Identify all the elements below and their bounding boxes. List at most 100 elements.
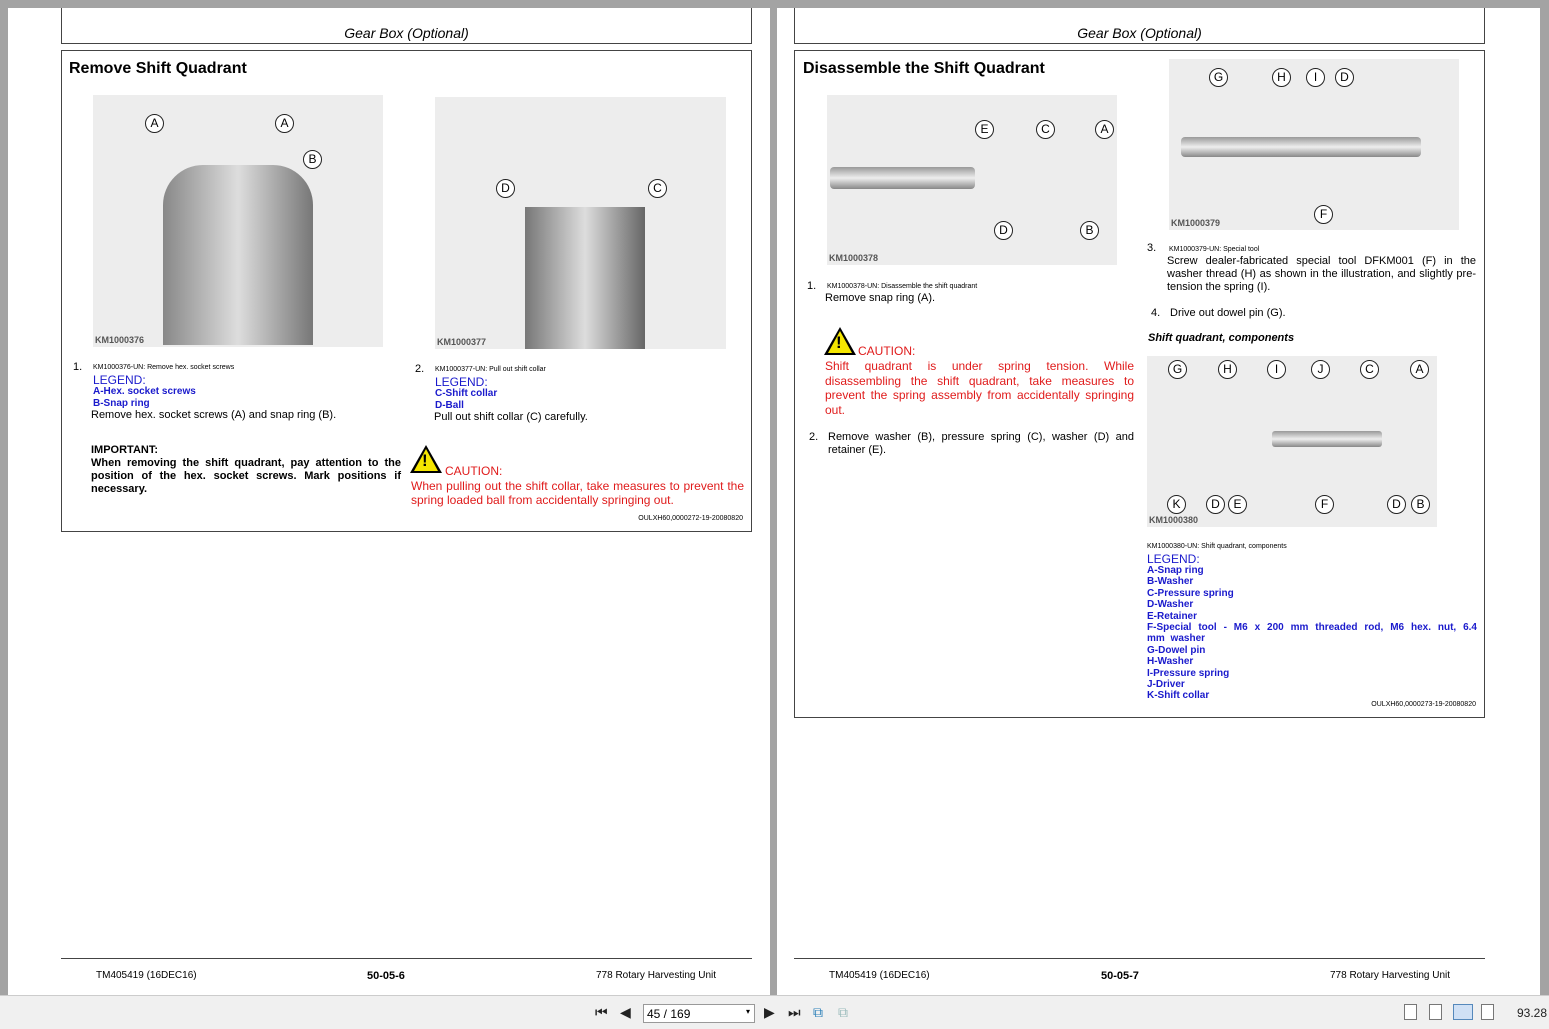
legend-list: A-Snap ring B-Washer C-Pressure spring D… [1147,565,1477,702]
collar-illustration [525,207,645,349]
callout: A [275,114,294,133]
legend-item: D-Washer [1147,599,1194,611]
warning-icon-fill [828,331,852,353]
step-number: 2. [809,431,819,443]
two-page-view-icon[interactable] [1453,1004,1473,1020]
step-number: 1. [807,280,817,292]
legend-label: LEGEND: [93,373,146,387]
step-number: 3. [1147,242,1157,254]
step-text: Screw dealer-fabricated special tool DFK… [1167,255,1476,293]
figure-code: KM1000376 [95,335,145,345]
step-number: 1. [73,361,83,373]
callout: B [1080,221,1099,240]
reference-code: OULXH60,0000273-19-20080820 [1371,701,1476,708]
callout: G [1209,68,1228,87]
figure-km1000376: A A B KM1000376 [93,95,383,347]
legend-item: D-Ball [435,400,464,411]
legend-item: I-Pressure spring [1147,667,1230,679]
header-text: Gear Box (Optional) [344,25,469,41]
callout: J [1311,360,1330,379]
legend-item: G-Dowel pin [1147,644,1206,656]
legend-item: A-Snap ring [1147,565,1204,576]
callout: G [1168,360,1187,379]
callout: H [1272,68,1291,87]
footer-page: 50-05-7 [1101,970,1139,982]
legend-item: B-Snap ring [93,398,150,409]
callout: D [496,179,515,198]
legend-label: LEGEND: [1147,552,1200,566]
two-page-continuous-view-icon[interactable] [1481,1004,1494,1020]
callout: A [145,114,164,133]
callout: F [1314,205,1333,224]
tool-illustration [1181,137,1421,157]
figure-code: KM1000378 [829,253,879,263]
callout: D [1335,68,1354,87]
page-header: Gear Box (Optional) [794,8,1485,44]
footer-product: 778 Rotary Harvesting Unit [596,970,717,981]
callout: A [1095,120,1114,139]
callout: E [975,120,994,139]
legend-item: F-Special tool - M6 x 200 mm threaded ro… [1147,622,1477,645]
callout: B [1411,495,1430,514]
callout: D [1387,495,1406,514]
step-number: 4. [1151,307,1161,319]
warning-icon [410,445,442,473]
page-header: Gear Box (Optional) [61,8,752,44]
figure-code: KM1000380 [1149,515,1199,525]
callout: K [1167,495,1186,514]
section-title: Remove Shift Quadrant [69,60,247,77]
step-text: Pull out shift collar (C) carefully. [434,411,588,423]
callout: A [1410,360,1429,379]
last-page-button[interactable]: ⏭ [788,1004,801,1021]
figure-km1000379: G H I D F KM1000379 [1169,59,1459,230]
header-text: Gear Box (Optional) [1077,25,1202,41]
bearing-illustration [163,165,313,345]
caution-title: CAUTION: [445,464,503,478]
next-page-button[interactable]: ▶ [764,1004,775,1021]
figure-caption: KM1000377-UN: Pull out shift collar [435,366,546,373]
legend-item: A-Hex. socket screws [93,386,196,397]
first-page-button[interactable]: ⏮ [595,1004,608,1021]
go-back-view-icon[interactable]: ⧉ [813,1004,823,1021]
section-box: Disassemble the Shift Quadrant E C A D B… [794,50,1485,718]
caution-text: When pulling out the shift collar, take … [411,479,744,507]
zoom-level[interactable]: 93.28 [1517,1006,1547,1020]
callout: F [1315,495,1334,514]
callout: B [303,150,322,169]
callout: D [1206,495,1225,514]
legend-label: LEGEND: [435,375,488,389]
footer-product: 778 Rotary Harvesting Unit [1330,970,1451,981]
continuous-view-icon[interactable] [1429,1004,1442,1020]
legend-item: J-Driver [1147,679,1185,691]
driver-illustration [1272,431,1382,447]
previous-page-button[interactable]: ◀ [620,1004,631,1021]
caution-text: Shift quadrant is under spring tension. … [825,359,1134,417]
reference-code: OULXH60,0000272-19-20080820 [638,515,743,522]
callout: H [1218,360,1237,379]
callout: I [1267,360,1286,379]
left-page: Gear Box (Optional) Remove Shift Quadran… [8,8,770,995]
legend-item: B-Washer [1147,576,1194,588]
warning-icon-fill [414,449,438,471]
legend-item: H-Washer [1147,656,1194,668]
figure-caption: KM1000379-UN: Special tool [1169,246,1260,253]
dropdown-arrow-icon: ▾ [745,1007,750,1016]
footer-rule [794,958,1485,959]
page-number-input[interactable]: 45 / 169 ▾ [643,1004,755,1023]
page-number-value: 45 / 169 [647,1007,691,1021]
go-forward-view-icon[interactable]: ⧉ [838,1004,848,1021]
viewer-toolbar: ⏮ ◀ 45 / 169 ▾ ▶ ⏭ ⧉ ⧉ 93.28 [0,995,1549,1029]
figure-km1000377: D C KM1000377 [435,97,726,349]
section-title: Disassemble the Shift Quadrant [803,60,1045,77]
step-number: 2. [415,363,425,375]
figure-caption: KM1000376-UN: Remove hex. socket screws [93,364,235,371]
important-text: When removing the shift quadrant, pay at… [91,457,401,495]
callout: C [1036,120,1055,139]
callout: C [648,179,667,198]
right-page: Gear Box (Optional) Disassemble the Shif… [777,8,1540,995]
callout: C [1360,360,1379,379]
footer-doc: TM405419 (16DEC16) [829,970,930,981]
single-page-view-icon[interactable] [1404,1004,1417,1020]
figure-km1000380: G H I J C A K D E F D B KM1000380 [1147,356,1437,527]
step-text: Drive out dowel pin (G). [1170,307,1286,319]
